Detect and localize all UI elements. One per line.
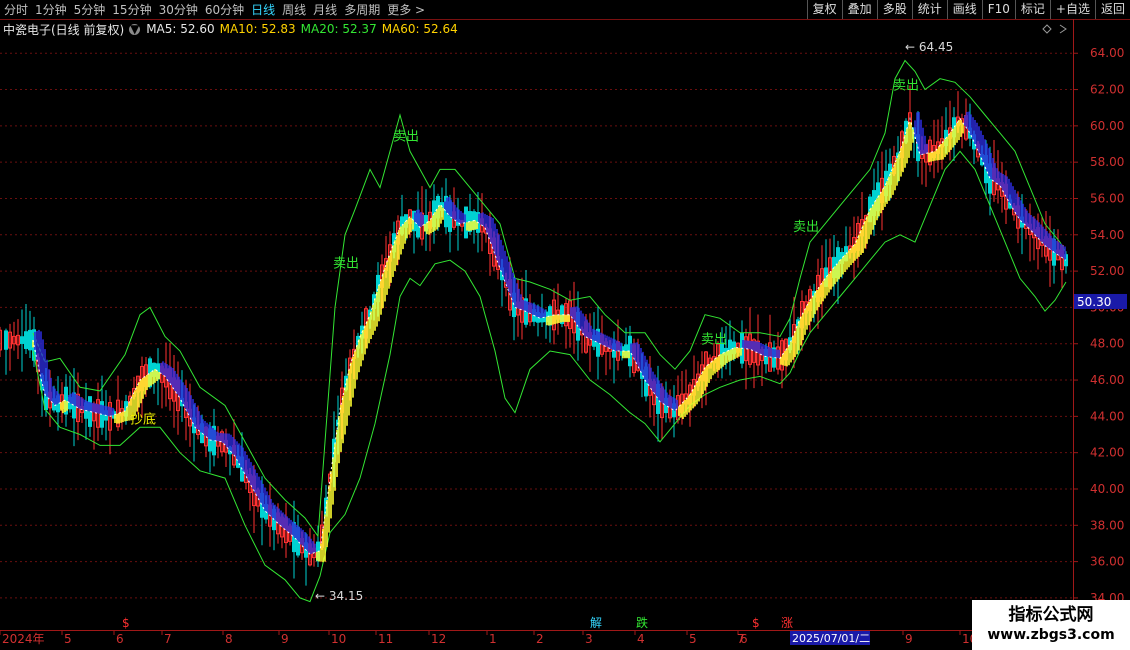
y-tick-label: 52.00 xyxy=(1090,264,1124,278)
y-tick-label: 44.00 xyxy=(1090,409,1124,423)
y-tick-label: 60.00 xyxy=(1090,119,1124,133)
x-tick-label: 11 xyxy=(378,632,393,646)
signal-label: 卖出 xyxy=(701,333,727,348)
candle-body xyxy=(28,329,32,351)
x-tick-label: 8 xyxy=(225,632,233,646)
signal-marker: 跌 xyxy=(636,615,648,630)
signal-marker: 涨 xyxy=(781,615,793,630)
signal-label: 卖出 xyxy=(793,220,819,235)
diamond-icon xyxy=(1042,24,1052,34)
x-tick-label: 9 xyxy=(281,632,289,646)
y-tick-label: 46.00 xyxy=(1090,373,1124,387)
x-tick-label: 7 xyxy=(737,632,745,646)
signal-marker: $ xyxy=(752,616,760,630)
y-tick-label: 36.00 xyxy=(1090,555,1124,569)
price-chart[interactable]: 34.0036.0038.0040.0042.0044.0046.0048.00… xyxy=(0,0,1130,650)
candle-body xyxy=(24,331,28,349)
x-tick-label: 2025/07/01/二 xyxy=(792,632,870,645)
signal-label: 卖出 xyxy=(893,79,919,94)
signal-label: 卖出 xyxy=(333,256,359,271)
signal-marker: 解 xyxy=(590,616,602,630)
lower-band-line xyxy=(32,150,1067,603)
y-tick-label: 58.00 xyxy=(1090,155,1124,169)
extreme-label: ← 34.15 xyxy=(315,589,363,603)
y-tick-label: 56.00 xyxy=(1090,191,1124,205)
x-tick-label: 2 xyxy=(536,632,544,646)
x-tick-label: 6 xyxy=(116,632,124,646)
y-tick-label: 38.00 xyxy=(1090,518,1124,532)
extreme-label: ← 64.45 xyxy=(905,40,953,54)
y-tick-label: 64.00 xyxy=(1090,46,1124,60)
x-tick-label: 3 xyxy=(585,632,593,646)
y-tick-label: 54.00 xyxy=(1090,228,1124,242)
x-tick-label: 4 xyxy=(637,632,645,646)
y-tick-label: 42.00 xyxy=(1090,446,1124,460)
candle-body xyxy=(4,330,8,350)
x-tick-label: 10 xyxy=(331,632,346,646)
x-tick-label: 5 xyxy=(689,632,697,646)
watermark-line2: www.zbgs3.com xyxy=(987,627,1115,643)
x-tick-label: 12 xyxy=(431,632,446,646)
signal-label: 抄底 xyxy=(130,412,156,428)
signal-marker: $ xyxy=(122,616,130,630)
watermark-line1: 指标公式网 xyxy=(1008,605,1094,625)
trend-ribbon xyxy=(32,111,1066,563)
y-tick-label: 40.00 xyxy=(1090,482,1124,496)
candle-body xyxy=(20,336,24,344)
y-tick-label: 62.00 xyxy=(1090,83,1124,97)
x-tick-label: 2024年 xyxy=(2,632,45,646)
x-tick-label: 1 xyxy=(489,632,497,646)
chevron-right-icon xyxy=(1059,24,1067,34)
current-price-label: 50.30 xyxy=(1077,295,1111,309)
x-tick-label: 9 xyxy=(905,632,913,646)
x-tick-label: 5 xyxy=(64,632,72,646)
y-tick-label: 48.00 xyxy=(1090,337,1124,351)
watermark-logo: 指标公式网 www.zbgs3.com xyxy=(972,600,1130,650)
x-tick-label: 7 xyxy=(164,632,172,646)
signal-label: 卖出 xyxy=(393,129,419,144)
